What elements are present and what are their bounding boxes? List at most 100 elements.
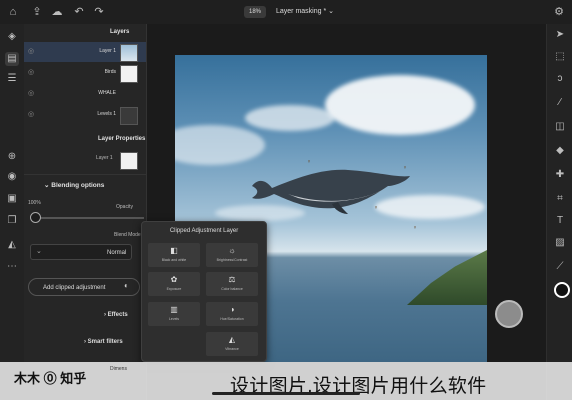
eraser-tool-icon[interactable]: ◫	[553, 120, 567, 134]
cloud-shape	[325, 75, 475, 135]
adjustments-icon[interactable]: ☰	[5, 72, 19, 86]
left-toolbar: ◈ ▤ ☰ ⊕ ◉ ▣ ❐ ◭ ⋯	[0, 24, 25, 400]
adjustment-tile[interactable]: ✿ Exposure	[148, 272, 200, 296]
blending-options-label: Blending options	[51, 182, 105, 189]
chevron-down-icon: ⌄	[36, 248, 42, 255]
adjustment-tile-label: Exposure	[166, 287, 182, 291]
blend-mode-label: Blend Mode	[114, 232, 141, 238]
eye-icon[interactable]: ◎	[28, 110, 34, 118]
visibility-icon[interactable]: ◉	[5, 170, 19, 184]
settings-icon[interactable]: ⚙	[552, 5, 566, 19]
eyedropper-tool-icon[interactable]: ⟋	[553, 260, 567, 274]
layer-name: Levels 1	[97, 111, 116, 117]
opacity-slider-track[interactable]	[36, 217, 144, 219]
touch-modifier-button[interactable]	[495, 300, 523, 328]
transform-tool-icon[interactable]: ⬚	[553, 50, 567, 64]
effects-section[interactable]: › Effects	[104, 312, 128, 318]
bird-icon: ᵛ	[308, 160, 310, 166]
sun-icon: ☼	[228, 246, 236, 255]
add-clipped-label: Add clipped adjustment	[43, 285, 106, 291]
eye-icon[interactable]: ◎	[28, 89, 34, 97]
chevron-down-icon: ⌄	[328, 8, 335, 15]
scale-icon: ⚖	[228, 275, 236, 284]
hue-icon: ◑	[229, 305, 235, 314]
bird-icon: ᵛ	[404, 166, 406, 172]
popup-title: Clipped Adjustment Layer	[169, 228, 239, 234]
layer-thumbnail	[120, 44, 138, 62]
layer-row[interactable]: ◎ Layer 1	[24, 42, 146, 62]
aperture-icon: ✿	[170, 275, 178, 284]
right-toolbar: ➤ ⬚ ↄ ∕ ◫ ◆ ✚ ⌗ T ▨ ⟋	[546, 24, 572, 400]
layer-properties-title: Layer Properties	[98, 136, 146, 142]
undo-icon[interactable]: ↶	[72, 5, 86, 19]
layer-props-name: Layer 1	[96, 155, 113, 161]
whale-graphic	[252, 169, 410, 214]
top-toolbar: ⌂ ⇪ ☁ ↶ ↷ 18% Layer masking * ⌄ ⚙	[0, 0, 572, 25]
adjustment-tile[interactable]: ◭ Vibrance	[206, 332, 258, 356]
layer-name: WHALE	[98, 90, 116, 96]
healing-tool-icon[interactable]: ✚	[553, 168, 567, 182]
adjustment-tile-label: Vibrance	[225, 347, 239, 351]
levels-icon: ▥	[170, 305, 178, 314]
layer-thumbnail	[120, 107, 138, 125]
add-layer-icon[interactable]: ⊕	[5, 150, 19, 164]
bird-icon: ᵛ	[375, 206, 377, 212]
adjustment-tile-label: Levels	[168, 317, 180, 321]
layers-stack-icon[interactable]: ◈	[5, 30, 19, 44]
redo-icon[interactable]: ↷	[92, 5, 106, 19]
layers-title: Layers	[110, 29, 130, 35]
adjustment-tile[interactable]: ☼ Brightness/Contrast	[206, 243, 258, 267]
cloud-shape	[175, 125, 265, 165]
layer-thumbnail	[120, 65, 138, 83]
type-tool-icon[interactable]: T	[553, 214, 567, 228]
opacity-label: Opacity	[116, 204, 133, 210]
layer-row[interactable]: ◎ WHALE	[24, 84, 442, 302]
layer-props-icon[interactable]: ▤	[5, 52, 19, 66]
smart-filters-label: Smart filters	[87, 339, 123, 345]
fill-icon[interactable]: ◭	[5, 238, 19, 252]
eye-icon[interactable]: ◎	[28, 68, 34, 76]
adjustment-tile[interactable]: ▥ Levels	[148, 302, 200, 326]
mask-icon[interactable]: ▣	[5, 192, 19, 206]
adjustment-icon: ◐	[124, 281, 129, 290]
half-square-icon: ◧	[170, 246, 178, 255]
cloud-icon[interactable]: ☁	[50, 5, 64, 19]
crop-tool-icon[interactable]: ⌗	[553, 192, 567, 206]
clipped-adjustment-popup: Clipped Adjustment Layer ◧ Black and whi…	[141, 221, 267, 362]
blend-mode-value: Normal	[107, 250, 127, 256]
share-icon[interactable]: ⇪	[30, 5, 44, 19]
layer-row[interactable]: ◎ Levels 1	[24, 105, 146, 125]
color-swatch[interactable]	[554, 282, 570, 298]
unsaved-mark: *	[323, 8, 327, 15]
adjustment-tile-label: Color balance	[221, 287, 243, 291]
adjustment-tile-label: Brightness/Contrast	[216, 258, 248, 262]
adjustment-tile[interactable]: ⚖ Color balance	[206, 272, 258, 296]
cloud-shape	[245, 105, 335, 131]
opacity-value: 100%	[28, 200, 41, 206]
eye-icon[interactable]: ◎	[28, 47, 34, 55]
duplicate-icon[interactable]: ❐	[5, 214, 19, 228]
vibrance-icon: ◭	[228, 335, 236, 344]
document-title[interactable]: Layer masking * ⌄	[276, 6, 334, 18]
more-icon[interactable]: ⋯	[5, 260, 19, 274]
zoom-level[interactable]: 18%	[244, 6, 267, 18]
adjustment-tile[interactable]: ◧ Black and white	[148, 243, 200, 267]
smart-filters-section[interactable]: › Smart filters	[84, 339, 123, 345]
opacity-slider-knob[interactable]	[30, 212, 41, 223]
bird-icon: ᵛ	[414, 226, 416, 232]
layer-name: Birds	[104, 69, 116, 75]
divider	[24, 174, 146, 175]
watermark-left: 木木 ⓪ 知乎	[14, 371, 87, 386]
brush-tool-icon[interactable]: ∕	[553, 96, 567, 110]
fill-tool-icon[interactable]: ◆	[553, 144, 567, 158]
image-tool-icon[interactable]: ▨	[553, 236, 567, 250]
home-icon[interactable]: ⌂	[6, 5, 20, 19]
blend-mode-select[interactable]: Normal	[30, 244, 132, 260]
lasso-tool-icon[interactable]: ↄ	[553, 72, 567, 86]
adjustment-tile[interactable]: ◑ Hue/Saturation	[206, 302, 258, 326]
adjustment-tile-label: Hue/Saturation	[220, 317, 244, 321]
adjustment-tile-label: Black and white	[161, 258, 187, 262]
blending-options-title[interactable]: ⌄ Blending options	[44, 181, 104, 189]
move-tool-icon[interactable]: ➤	[553, 28, 567, 42]
layer-row[interactable]: ◎ Birds	[24, 63, 146, 83]
